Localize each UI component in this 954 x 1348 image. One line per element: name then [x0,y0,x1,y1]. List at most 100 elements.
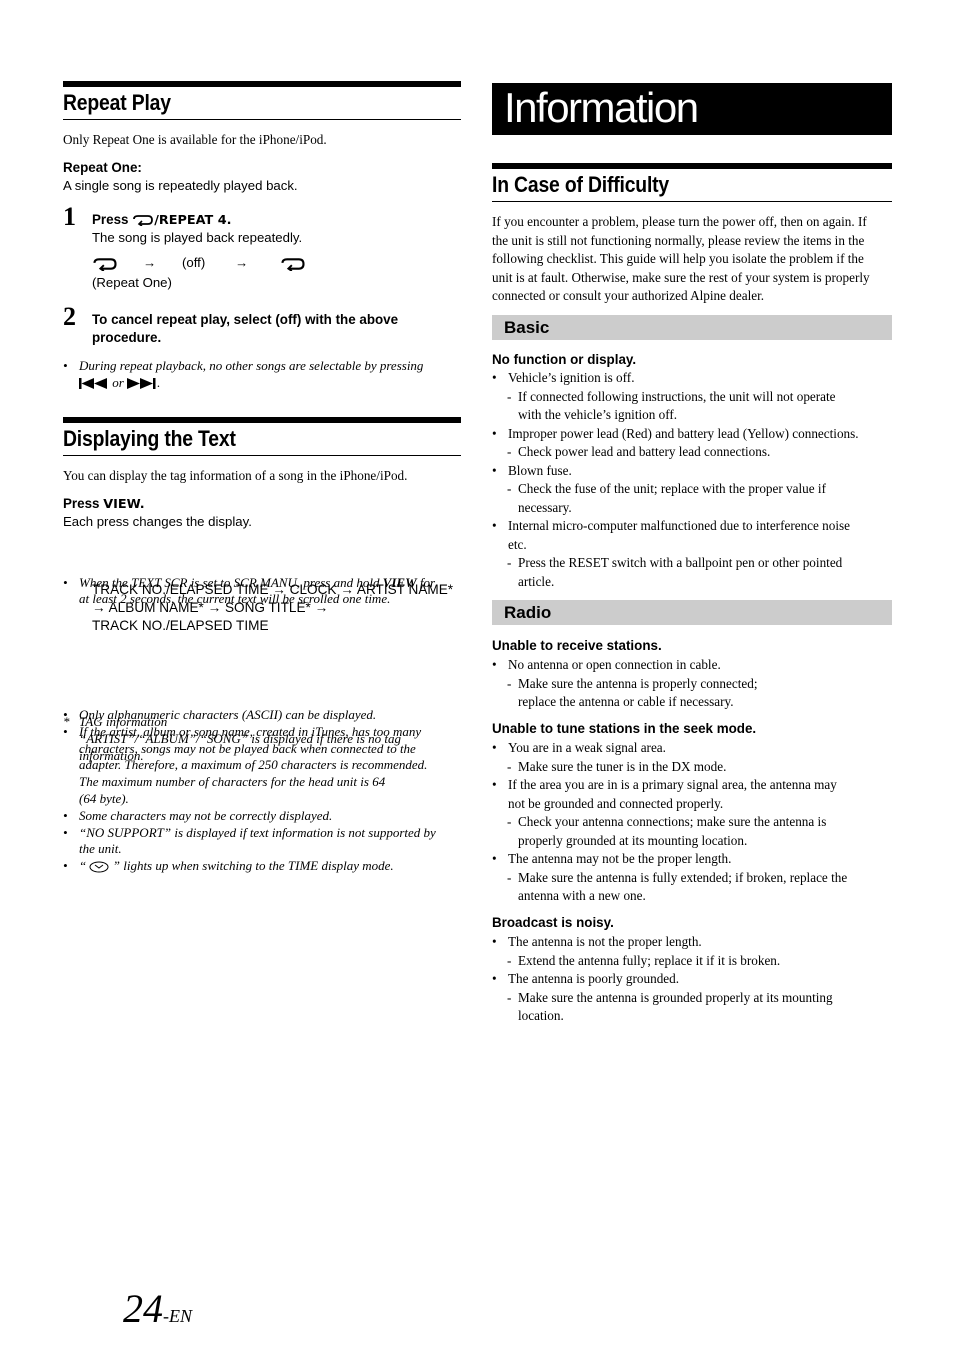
remedy-line: Check power lead and battery lead connec… [518,444,771,459]
display-notes: Only alphanumeric characters (ASCII) can… [63,707,461,875]
next-track-icon [127,378,156,390]
problem-heading: Broadcast is noisy. [492,915,614,930]
cause-item: Blown fuse. [492,462,892,481]
remedy-item: Check your antenna connections; make sur… [492,813,892,850]
remedy-line: with the vehicle’s ignition off. [518,407,678,422]
note-line: Some characters may not be correctly dis… [79,807,333,823]
chapter-banner: Information [492,83,892,135]
remedy-item: Make sure the tuner is in the DX mode. [492,758,892,777]
repeat-sequence: → (off) → [92,254,461,274]
section-heading-repeat-play: Repeat Play [63,81,461,120]
intro-line: unit is at fault. Otherwise, make sure t… [492,269,870,285]
note-line: If the artist, album or song name, creat… [79,723,422,739]
cause-line: not be grounded and connected properly. [508,795,724,811]
cause-line: No antenna or open connection in cable. [508,657,721,672]
remedy-line: Extend the antenna fully; replace it if … [518,952,781,968]
or-text: or [109,374,128,390]
step1-instruction: Press /REPEAT 4. [92,211,461,230]
step1-result: The song is played back repeatedly. [92,230,303,245]
press-label: Press [92,212,133,227]
section-heading-in-case-of-difficulty: In Case of Difficulty [492,163,892,202]
remedy-line: Check the fuse of the unit; replace with… [518,481,826,496]
cause-line: The antenna may not be the proper length… [508,851,732,866]
problem-heading: No function or display. [492,352,637,367]
note-line: (64 byte). [79,790,129,806]
note-text: “ [79,858,90,874]
cause-line: etc. [508,536,527,552]
repeat-intro: Only Repeat One is available for the iPh… [63,132,327,147]
remedy-item: Press the RESET switch with a ballpoint … [492,554,892,591]
left-column: Repeat Play Only Repeat One is available… [63,0,461,1348]
repeat-note: During repeat playback, no other songs a… [63,358,461,392]
subsection-title: Basic [504,318,550,337]
display-sequence: TRACK NO./ELAPSED TIME → CLOCK → ARTIST … [92,581,461,635]
remedy-line: properly grounded at its mounting locati… [518,832,748,848]
cause-item: Internal micro-computer malfunctioned du… [492,517,892,554]
step2-instruction-line2: procedure. [92,330,162,345]
remedy-line: Make sure the tuner is in the DX mode. [518,758,727,774]
note-item: “ ” lights up when switching to the TIME… [63,858,461,875]
cause-item: You are in a weak signal area. [492,739,892,758]
note-item: “NO SUPPORT” is displayed if text inform… [63,825,461,859]
repeat-icon [133,215,154,227]
note-line: adapter. Therefore, a maximum of 250 cha… [79,757,428,773]
press-label: Press [63,496,104,511]
note-line: “NO SUPPORT” is displayed if text inform… [79,824,436,840]
cause-line: The antenna is poorly grounded. [508,971,680,986]
sequence-caption: (Repeat One) [92,275,172,290]
note-line: During repeat playback, no other songs a… [79,358,424,373]
step-number: 1 [63,202,76,231]
repeat-4-button-label: /REPEAT 4. [154,213,232,228]
sequence-line: TRACK NO./ELAPSED TIME → CLOCK → ARTIST … [92,582,454,597]
remedy-line: antenna with a new one. [518,888,646,903]
remedy-line: Make sure the antenna is fully extended;… [518,869,848,885]
cause-line: The antenna is not the proper length. [508,934,702,949]
remedy-line: replace the antenna or cable if necessar… [518,694,734,709]
cause-line: You are in a weak signal area. [508,740,666,755]
remedy-line: Make sure the antenna is properly connec… [518,675,758,691]
page-number-value: 24 [123,1286,163,1331]
cause-item: If the area you are in is a primary sign… [492,776,892,813]
note-line: or . [79,375,461,392]
cause-line: Internal micro-computer malfunctioned du… [508,518,850,533]
problem-heading: Unable to tune stations in the seek mode… [492,721,757,736]
cause-item: No antenna or open connection in cable. [492,656,892,675]
remedy-line: Check your antenna connections; make sur… [518,814,827,829]
page-suffix: -EN [163,1306,192,1326]
sequence-line: TRACK NO./ELAPSED TIME [92,618,269,633]
cause-item: The antenna is poorly grounded. [492,970,892,989]
cause-line: If the area you are in is a primary sign… [508,777,837,792]
repeat-icon [281,258,305,271]
remedy-item: Check power lead and battery lead connec… [492,443,892,462]
intro-line: If you encounter a problem, please turn … [492,214,867,229]
period-text: . [157,374,161,390]
step-number: 2 [63,302,76,331]
problem-heading: Unable to receive stations. [492,638,662,653]
repeat-icon [93,258,117,271]
remedy-line: necessary. [518,499,572,515]
previous-track-icon [79,378,107,390]
cause-line: Blown fuse. [508,462,572,478]
intro-line: connected or consult your authorized Alp… [492,288,765,303]
difficulty-intro: If you encounter a problem, please turn … [492,213,892,306]
note-line: the unit. [79,841,122,857]
right-column: Information In Case of Difficulty If you… [492,0,892,1348]
repeat-one-heading: Repeat One: [63,160,142,175]
repeat-one-text: A single song is repeatedly played back. [63,178,298,193]
note-line: Only alphanumeric characters (ASCII) can… [79,707,377,722]
remedy-item: If connected following instructions, the… [492,388,892,425]
sequence-arrow: → [235,255,249,270]
basic-checklist: Vehicle’s ignition is off. If connected … [492,369,892,591]
note-line: characters, songs may not be played back… [79,740,416,756]
press-view-text: Each press changes the display. [63,514,252,529]
note-item: Only alphanumeric characters (ASCII) can… [63,707,461,724]
cause-item: The antenna is not the proper length. [492,933,892,952]
section-heading-displaying-text: Displaying the Text [63,417,461,456]
subsection-band-basic: Basic [492,315,892,340]
sequence-arrow: → [143,255,157,270]
remedy-line: location. [518,1008,564,1023]
section-title: Repeat Play [63,90,171,115]
note-item: Some characters may not be correctly dis… [63,808,461,825]
section-title: Displaying the Text [63,426,236,451]
radio-checklist-noisy: The antenna is not the proper length. Ex… [492,933,892,1026]
